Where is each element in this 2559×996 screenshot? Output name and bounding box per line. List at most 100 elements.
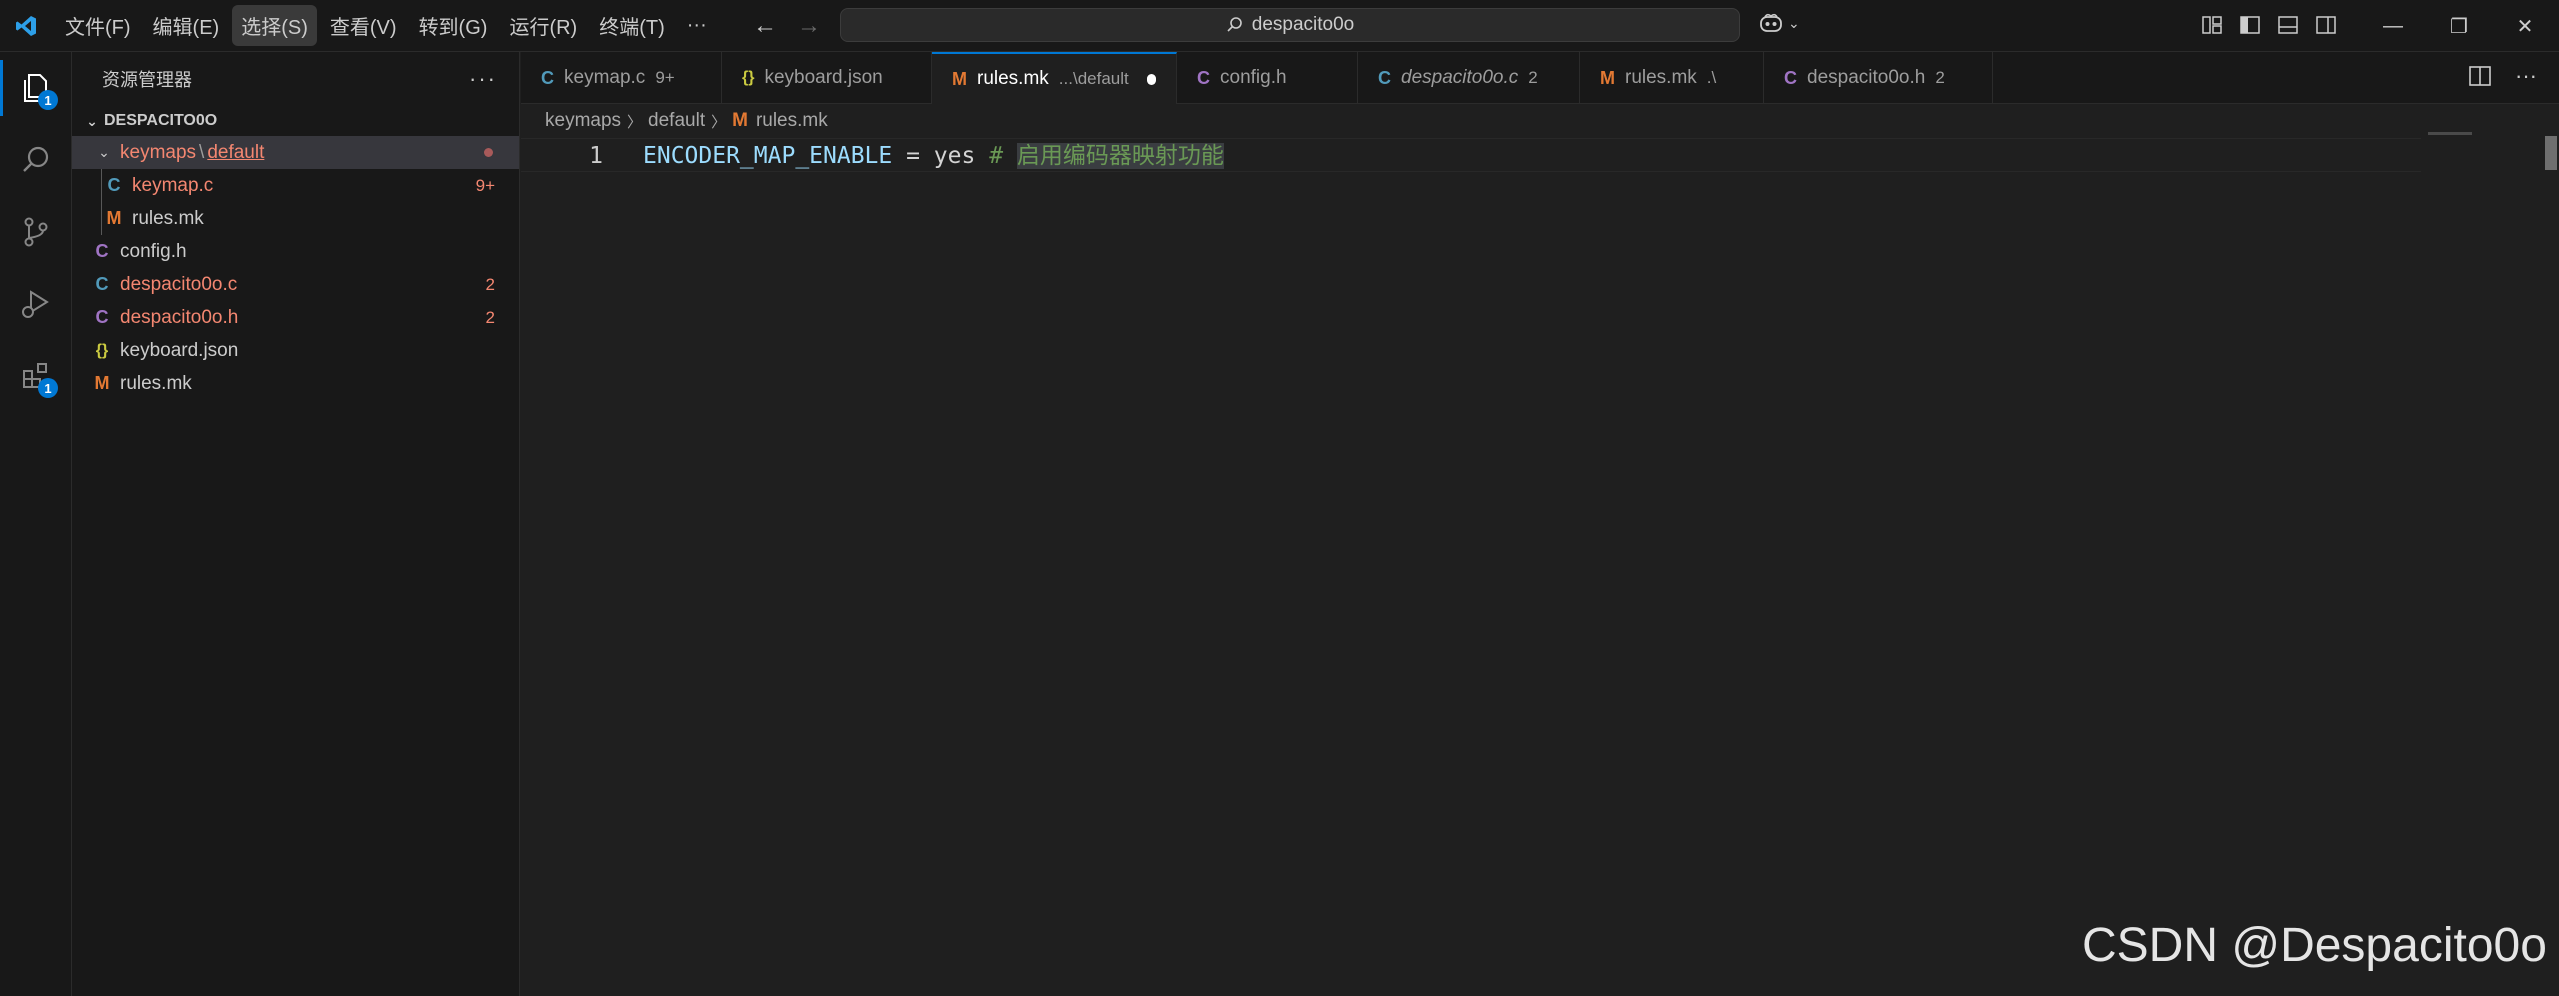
- tab-label: config.h: [1220, 67, 1287, 88]
- tree-indent-guide: [101, 169, 102, 202]
- h-file-icon: C: [95, 307, 109, 327]
- chevron-down-icon: ⌄: [98, 144, 110, 160]
- activity-source-control[interactable]: [0, 196, 72, 268]
- makefile-icon: M: [94, 373, 110, 393]
- unsaved-dot-icon[interactable]: [1146, 73, 1156, 85]
- json-file-icon: {}: [95, 341, 109, 359]
- tab-problem-count: 9+: [655, 68, 675, 87]
- editor-tabs: C keymap.c 9+ {} keyboard.json M rules.m…: [521, 52, 2559, 104]
- code-editor[interactable]: 1 ENCODER_MAP_ENABLE = yes # 启用编码器映射功能: [521, 132, 2559, 938]
- arrow-right-icon[interactable]: →: [796, 12, 822, 40]
- tab-despacito0o-h[interactable]: C despacito0o.h 2: [1764, 52, 1993, 104]
- tab-label: keyboard.json: [764, 67, 883, 88]
- code-operator: =: [892, 143, 934, 169]
- copilot-icon: [1760, 13, 1782, 32]
- activity-bar: 1 1: [0, 52, 72, 996]
- activity-explorer[interactable]: 1: [0, 52, 72, 124]
- workspace-section[interactable]: ⌄ DESPACITO0O: [72, 106, 519, 136]
- title-bar: 文件(F) 编辑(E) 选择(S) 查看(V) 转到(G) 运行(R) 终端(T…: [0, 0, 2559, 52]
- activity-search[interactable]: [0, 124, 72, 196]
- split-editor-icon[interactable]: [2469, 66, 2491, 91]
- tree-file-rules-mk[interactable]: M rules.mk: [72, 367, 519, 400]
- makefile-icon: M: [106, 208, 122, 228]
- chevron-down-icon: ⌄: [86, 112, 98, 129]
- tree-indent-guide: [101, 202, 102, 235]
- code-text: ENCODER_MAP_ENABLE = yes # 启用编码器映射功能: [643, 139, 1224, 173]
- tree-file-despacito0o-h[interactable]: C despacito0o.h 2: [72, 301, 519, 334]
- search-icon: [1227, 17, 1242, 32]
- command-center-search[interactable]: despacito0o: [840, 8, 1740, 42]
- menu-go[interactable]: 转到(G): [410, 5, 497, 46]
- vscode-logo-icon: [0, 0, 52, 52]
- menu-file[interactable]: 文件(F): [56, 5, 140, 46]
- navigation-arrows: ← →: [752, 12, 822, 40]
- toggle-secondary-sidebar-icon[interactable]: [2314, 13, 2338, 37]
- window-controls: — ❐ ✕: [2360, 0, 2558, 52]
- workspace-name: DESPACITO0O: [104, 112, 218, 129]
- vertical-scrollbar[interactable]: [2545, 136, 2557, 170]
- minimap[interactable]: [2428, 132, 2472, 135]
- restore-button[interactable]: ❐: [2426, 0, 2492, 52]
- menu-terminal[interactable]: 终端(T): [590, 5, 674, 46]
- more-actions-button[interactable]: ···: [2515, 65, 2537, 91]
- file-name: rules.mk: [132, 207, 204, 229]
- chevron-right-icon: 〉: [711, 113, 727, 131]
- tab-description: .\: [1706, 68, 1717, 87]
- tab-keyboard-json[interactable]: {} keyboard.json: [722, 52, 932, 104]
- breadcrumb: keymaps 〉 default 〉 M rules.mk: [521, 104, 2559, 138]
- file-name: keyboard.json: [120, 339, 239, 361]
- folder-name: keymaps: [120, 141, 197, 163]
- c-file-icon: C: [107, 175, 121, 195]
- toggle-panel-icon[interactable]: [2276, 13, 2300, 37]
- toggle-primary-sidebar-icon[interactable]: [2238, 13, 2262, 37]
- tab-config-h[interactable]: C config.h: [1177, 52, 1358, 104]
- activity-run-debug[interactable]: [0, 268, 72, 340]
- menu-view[interactable]: 查看(V): [321, 5, 406, 46]
- minimize-button[interactable]: —: [2360, 0, 2426, 52]
- tree-file-keyboard-json[interactable]: {} keyboard.json: [72, 334, 519, 367]
- tree-file-despacito0o-c[interactable]: C despacito0o.c 2: [72, 268, 519, 301]
- code-value: yes: [933, 143, 976, 169]
- h-file-icon: C: [95, 241, 109, 261]
- tab-keymap-c[interactable]: C keymap.c 9+: [521, 52, 722, 104]
- search-text: despacito0o: [1251, 14, 1355, 35]
- editor-area: C keymap.c 9+ {} keyboard.json M rules.m…: [521, 52, 2559, 996]
- tree-file-rules-mk-nested[interactable]: M rules.mk: [72, 202, 519, 235]
- tab-despacito0o-c[interactable]: C despacito0o.c 2: [1358, 52, 1580, 104]
- menu-edit[interactable]: 编辑(E): [144, 5, 229, 46]
- menu-selection[interactable]: 选择(S): [232, 5, 317, 46]
- customize-layout-icon[interactable]: [2200, 13, 2224, 37]
- run-debug-icon: [22, 290, 49, 318]
- breadcrumb-keymaps[interactable]: keymaps: [545, 110, 621, 132]
- close-button[interactable]: ✕: [2492, 0, 2558, 52]
- tree-folder-keymaps[interactable]: ⌄ keymaps \ default: [72, 136, 519, 169]
- copilot-button[interactable]: ⌄: [1758, 12, 1800, 34]
- tree-file-config-h[interactable]: C config.h: [72, 235, 519, 268]
- code-line-1[interactable]: 1 ENCODER_MAP_ENABLE = yes # 启用编码器映射功能: [521, 138, 2421, 172]
- editor-actions: ···: [2469, 65, 2537, 91]
- makefile-icon: M: [1600, 67, 1615, 88]
- watermark: CSDN @Despacito0o: [2082, 919, 2547, 972]
- menu-bar: 文件(F) 编辑(E) 选择(S) 查看(V) 转到(G) 运行(R) 终端(T…: [56, 0, 720, 52]
- menu-more-button[interactable]: ···: [678, 8, 716, 43]
- arrow-left-icon[interactable]: ←: [752, 12, 778, 40]
- breadcrumb-file[interactable]: rules.mk: [756, 110, 828, 132]
- explorer-sidebar: 资源管理器 ··· ⌄ DESPACITO0O ⌄ keymaps \ defa…: [72, 52, 520, 996]
- code-comment-hash: #: [975, 143, 1017, 169]
- menu-run[interactable]: 运行(R): [500, 5, 586, 46]
- tab-rules-mk-default[interactable]: M rules.mk ...\default: [932, 52, 1177, 104]
- file-name: keymap.c: [132, 174, 214, 196]
- file-name: despacito0o.c: [120, 273, 238, 295]
- sidebar-more-button[interactable]: ···: [469, 66, 497, 92]
- activity-extensions[interactable]: 1: [0, 340, 72, 412]
- breadcrumb-default[interactable]: default: [648, 110, 705, 132]
- folder-subname: default: [207, 141, 265, 163]
- h-file-icon: C: [1784, 67, 1797, 88]
- folder-separator: \: [199, 141, 205, 163]
- tab-rules-mk-root[interactable]: M rules.mk .\: [1580, 52, 1764, 104]
- c-file-icon: C: [541, 67, 554, 88]
- tab-label: keymap.c: [564, 67, 646, 88]
- search-icon: [23, 146, 49, 172]
- tab-label: rules.mk: [1625, 67, 1697, 88]
- tree-file-keymap-c[interactable]: C keymap.c 9+: [72, 169, 519, 202]
